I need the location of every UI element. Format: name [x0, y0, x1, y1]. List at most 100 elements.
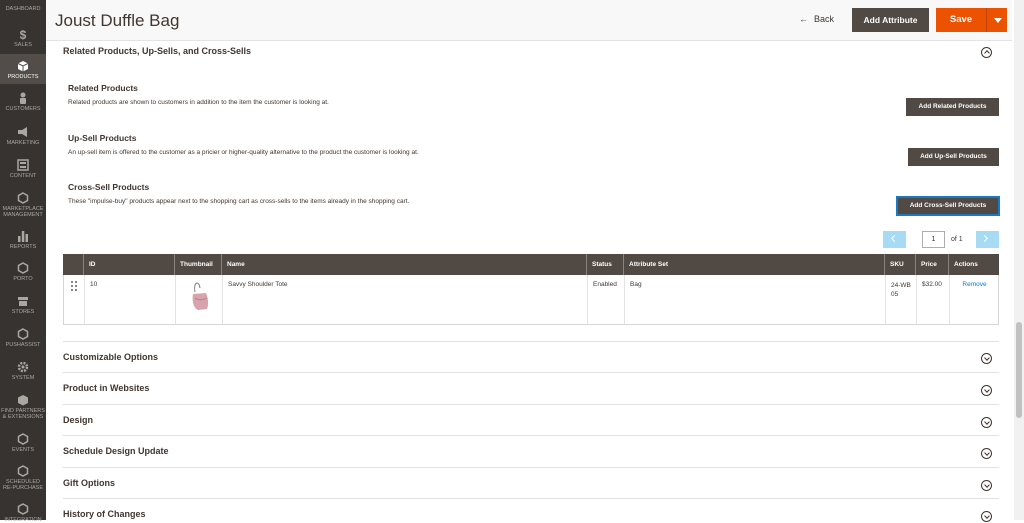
nav-item-customers[interactable]: Customers	[0, 88, 46, 116]
pager-page-input[interactable]: 1	[922, 231, 945, 248]
nav-item-pushassist[interactable]: Pushassist	[0, 325, 46, 353]
section-design[interactable]: Design	[63, 404, 999, 435]
section-label: History of Changes	[63, 509, 146, 519]
page-scrollbar[interactable]	[1014, 0, 1024, 520]
remove-link[interactable]: Remove	[950, 275, 999, 324]
nav-label-content: Content	[9, 173, 37, 179]
crosssell-products-title: Cross-Sell Products	[68, 182, 150, 192]
hexagon-icon	[17, 328, 29, 340]
add-attribute-button[interactable]: Add Attribute	[852, 8, 929, 32]
nav-label-events: Events	[11, 447, 34, 453]
nav-item-products[interactable]: Products	[0, 54, 46, 84]
product-thumbnail	[176, 275, 223, 324]
hexagon-icon	[17, 192, 29, 204]
upsell-products-description: An up-sell item is offered to the custom…	[68, 149, 419, 156]
nav-item-reports[interactable]: Reports	[0, 227, 46, 255]
nav-label-porto: Porto	[13, 276, 33, 282]
nav-label-products: Products	[7, 74, 39, 80]
admin-sidebar: Dashboard $ Sales Products Customers Mar…	[0, 0, 46, 523]
hexagon-icon	[17, 503, 29, 515]
section-label: Customizable Options	[63, 352, 159, 362]
upsell-products-title: Up-Sell Products	[68, 133, 137, 143]
cell-sku: 24-WB05	[886, 275, 917, 324]
add-upsell-products-button[interactable]: Add Up-Sell Products	[908, 148, 999, 166]
column-thumbnail: Thumbnail	[175, 254, 222, 275]
column-actions: Actions	[954, 261, 978, 268]
svg-text:$: $	[20, 28, 27, 40]
expand-icon[interactable]	[981, 511, 992, 522]
section-customizable-options[interactable]: Customizable Options	[63, 341, 999, 372]
nav-label-marketplace-2: Management	[3, 212, 43, 218]
drag-handle-icon[interactable]	[64, 275, 85, 324]
nav-item-integration[interactable]: Integration	[0, 500, 46, 523]
nav-label-find-partners-2: & Extensions	[2, 414, 44, 420]
arrow-left-icon: ←	[799, 14, 808, 24]
nav-item-stores[interactable]: Stores	[0, 292, 46, 320]
pager-next-button[interactable]	[976, 231, 999, 248]
nav-item-scheduled[interactable]: Scheduled Re-Purchase	[0, 462, 46, 496]
nav-item-system[interactable]: System	[0, 358, 46, 386]
expand-icon[interactable]	[981, 385, 992, 396]
back-button[interactable]: ← Back	[799, 14, 834, 24]
dollar-icon: $	[20, 28, 27, 40]
megaphone-icon	[18, 127, 27, 137]
hexagon-icon	[17, 465, 29, 477]
nav-item-porto[interactable]: Porto	[0, 259, 46, 287]
add-related-products-button[interactable]: Add Related Products	[906, 98, 999, 116]
cell-status: Enabled	[588, 275, 625, 324]
hexagon-icon	[17, 262, 29, 274]
nav-item-dashboard[interactable]: Dashboard	[0, 0, 46, 24]
expand-icon[interactable]	[981, 448, 992, 459]
cell-name: Savvy Shoulder Tote	[223, 275, 588, 324]
expand-icon[interactable]	[981, 417, 992, 428]
back-label: Back	[814, 14, 835, 24]
person-icon	[20, 92, 26, 104]
nav-item-marketplace[interactable]: Marketplace Management	[0, 189, 46, 221]
nav-label-pushassist: Pushassist	[5, 342, 41, 348]
nav-item-events[interactable]: Events	[0, 430, 46, 458]
section-label: Product in Websites	[63, 383, 150, 393]
section-schedule-design-update[interactable]: Schedule Design Update	[63, 435, 999, 466]
nav-label-reports: Reports	[9, 244, 37, 250]
column-attribute-set: Attribute Set	[624, 254, 885, 275]
nav-item-marketing[interactable]: Marketing	[0, 122, 46, 150]
crosssell-products-description: These "impulse-buy" products appear next…	[68, 198, 410, 205]
column-id: ID	[84, 254, 175, 275]
column-status: Status	[587, 254, 624, 275]
save-options-dropdown[interactable]	[986, 8, 1007, 32]
nav-label-marketing: Marketing	[6, 140, 40, 146]
nav-label-system: System	[11, 375, 35, 381]
section-product-in-websites[interactable]: Product in Websites	[63, 372, 999, 403]
related-section-title[interactable]: Related Products, Up-Sells, and Cross-Se…	[63, 46, 251, 56]
collapse-icon[interactable]	[981, 47, 992, 58]
scrollbar-thumb[interactable]	[1016, 322, 1022, 418]
column-name: Name	[222, 254, 587, 275]
section-label: Design	[63, 415, 94, 425]
column-price: Price	[916, 254, 949, 275]
pager-of-label: of 1	[951, 236, 963, 243]
section-label: Gift Options	[63, 478, 115, 488]
save-button[interactable]: Save	[936, 8, 986, 32]
content-icon	[17, 159, 29, 171]
section-label: Schedule Design Update	[63, 446, 169, 456]
related-products-title: Related Products	[68, 83, 138, 93]
column-sku: SKU	[885, 254, 916, 275]
nav-item-content[interactable]: Content	[0, 155, 46, 183]
bag-thumbnail-image	[192, 282, 209, 310]
section-history-of-changes[interactable]: History of Changes	[63, 498, 999, 522]
expand-icon[interactable]	[981, 353, 992, 364]
page-title: Joust Duffle Bag	[55, 11, 180, 30]
chevron-left-icon	[890, 234, 899, 243]
nav-item-sales[interactable]: $ Sales	[0, 24, 46, 52]
expand-icon[interactable]	[981, 480, 992, 491]
section-gift-options[interactable]: Gift Options	[63, 467, 999, 498]
nav-label-integration: Integration	[4, 517, 42, 523]
pager-prev-button[interactable]	[883, 231, 906, 248]
cube-icon	[17, 61, 29, 72]
column-drag	[63, 254, 84, 275]
nav-item-find-partners[interactable]: Find Partners & Extensions	[0, 392, 46, 424]
page-header: Joust Duffle Bag ← Back Add Attribute Sav…	[46, 0, 1012, 41]
nav-label-customers: Customers	[5, 106, 41, 112]
table-row: 10 Savvy Shoulder Tote Enabled Bag 24-WB…	[63, 275, 999, 325]
add-crosssell-products-button[interactable]: Add Cross-Sell Products	[897, 197, 999, 215]
